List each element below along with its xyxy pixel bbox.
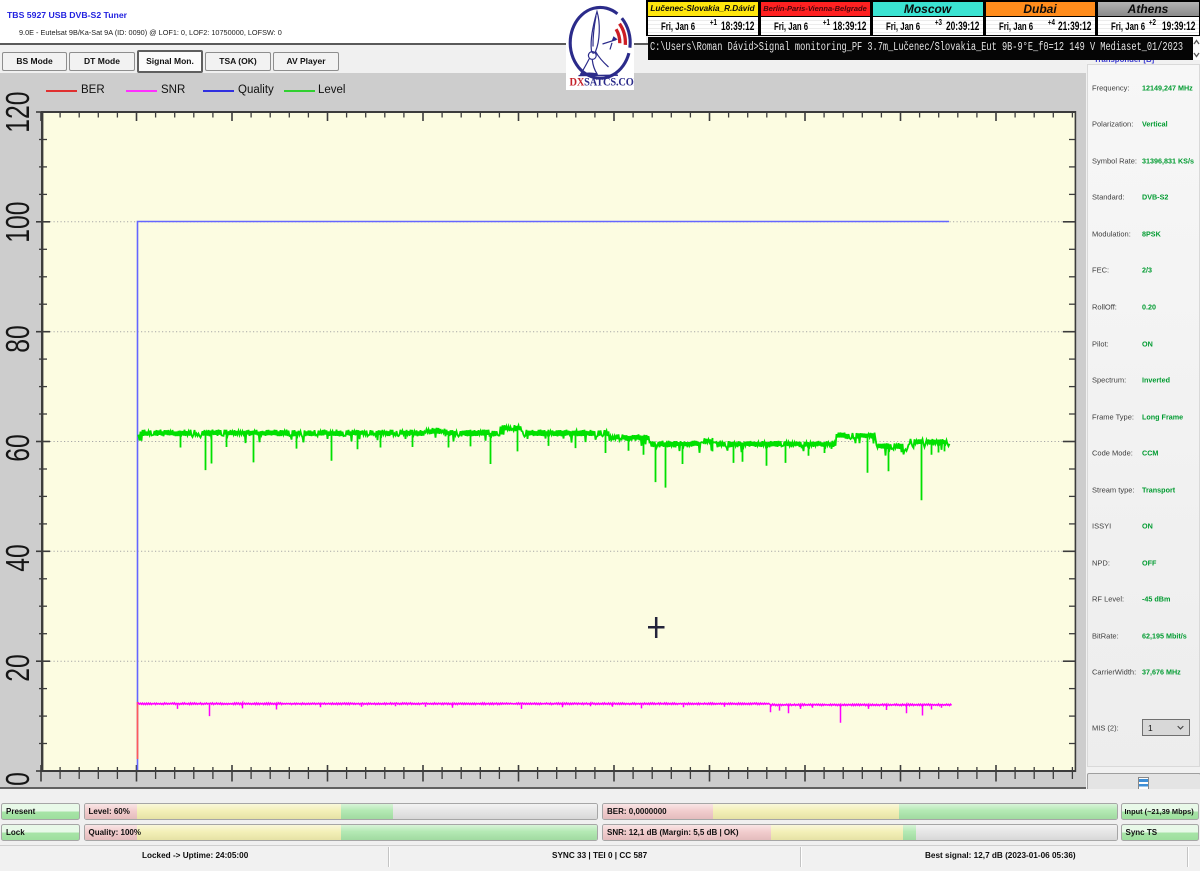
- svg-text:DXSATCS.COM: DXSATCS.COM: [570, 76, 634, 89]
